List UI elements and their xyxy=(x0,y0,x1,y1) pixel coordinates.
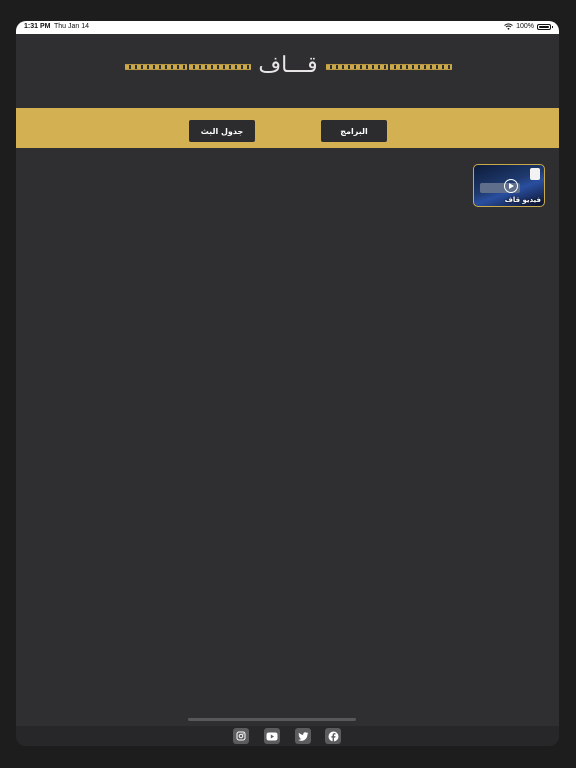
ornament-left-outer xyxy=(125,64,187,70)
status-indicators: 100% xyxy=(504,23,553,30)
ornament-right-inner xyxy=(326,64,388,70)
app-header: قـــاف xyxy=(16,34,559,108)
status-date: Thu Jan 14 xyxy=(54,23,90,30)
instagram-icon[interactable] xyxy=(233,728,249,744)
programs-button[interactable]: البرامج xyxy=(321,120,387,142)
status-time: 1:31 PM xyxy=(24,23,51,30)
schedule-button[interactable]: جدول البث xyxy=(189,120,255,142)
video-thumbnail[interactable]: فيديو قاف xyxy=(473,164,545,207)
ornament-right-outer xyxy=(390,64,452,70)
app-screen: 1:31 PM Thu Jan 14 100% قـــاف جدول البث… xyxy=(16,21,559,746)
footer-bar xyxy=(16,726,559,746)
youtube-icon[interactable] xyxy=(264,728,280,744)
wifi-icon xyxy=(504,23,513,30)
nav-bar: جدول البث البرامج xyxy=(16,108,559,148)
channel-logo-icon xyxy=(530,168,540,180)
ornament-left-inner xyxy=(189,64,251,70)
play-icon xyxy=(504,179,518,193)
status-bar: 1:31 PM Thu Jan 14 100% xyxy=(16,21,559,34)
home-indicator[interactable] xyxy=(188,718,356,721)
twitter-icon[interactable] xyxy=(295,728,311,744)
device-frame: 1:31 PM Thu Jan 14 100% قـــاف جدول البث… xyxy=(0,0,576,768)
app-logo: قـــاف xyxy=(258,53,318,78)
battery-icon xyxy=(537,23,553,30)
video-caption: فيديو قاف xyxy=(504,196,541,204)
battery-percent: 100% xyxy=(516,23,534,30)
facebook-icon[interactable] xyxy=(325,728,341,744)
